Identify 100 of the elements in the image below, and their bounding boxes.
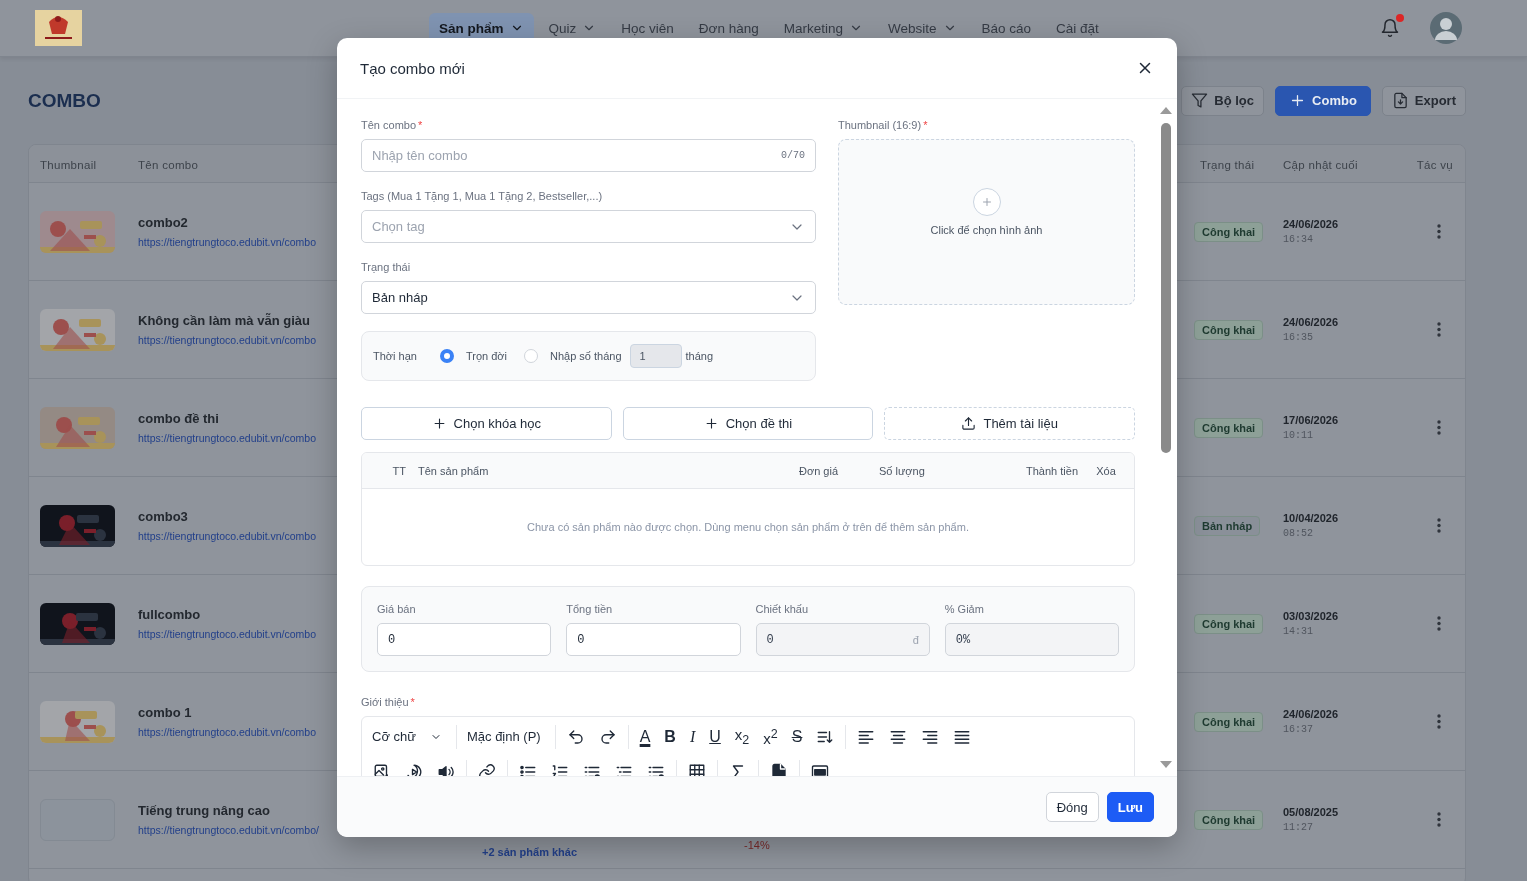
update-time: 08:52	[1283, 528, 1313, 539]
update-date: 03/03/2026	[1283, 610, 1339, 622]
field-label: Tags (Mua 1 Tặng 1, Mua 1 Tặng 2, Bestseller,...)	[361, 190, 603, 202]
strikethrough-button[interactable]: S	[784, 723, 810, 750]
radio-label: Trọn đời	[465, 350, 507, 362]
more-icon	[1437, 518, 1441, 533]
discount-text: -14%	[744, 839, 770, 851]
input-field: 0 đ	[755, 623, 930, 656]
combo-link[interactable]: https://tiengtrungtoco.edubit.vn/combo	[138, 530, 317, 542]
field-label: Trạng thái	[361, 261, 411, 273]
more-icon	[1437, 812, 1441, 827]
input-field[interactable]: 0	[566, 623, 741, 656]
update-date: 17/06/2026	[1283, 414, 1339, 426]
column-header: Xóa	[1096, 464, 1116, 477]
more-products-link[interactable]: +2 sản phẩm khác	[482, 846, 578, 858]
image-add-icon	[373, 762, 391, 776]
update-time: 16:35	[1283, 332, 1313, 343]
months-field[interactable]: 1	[629, 344, 682, 368]
nav-item[interactable]: Học viên	[611, 13, 684, 43]
field-label: Tổng tiền	[566, 603, 613, 615]
more-button[interactable]	[1437, 714, 1441, 729]
column-header: Thành tiền	[1026, 464, 1078, 477]
more-button[interactable]	[1437, 322, 1441, 337]
font-color-button[interactable]: A	[632, 723, 658, 750]
update-date: 24/06/2026	[1283, 218, 1339, 230]
add-button[interactable]: Chọn đề thi	[622, 407, 874, 440]
update-date: 24/06/2026	[1283, 316, 1339, 328]
column-header: Tên sản phẩm	[418, 464, 489, 477]
required-mark: *	[923, 119, 928, 131]
table-icon	[688, 762, 706, 776]
script-button[interactable]: x$^{2}$	[756, 723, 785, 750]
bell-icon[interactable]	[1380, 18, 1400, 38]
more-icon	[1437, 224, 1441, 239]
nav-item[interactable]: Đơn hàng	[688, 13, 769, 43]
embed-icon	[811, 762, 829, 776]
add-combo-button[interactable]: Combo	[1275, 85, 1371, 116]
input-field: 0%	[944, 623, 1119, 656]
combo-name: combo2	[138, 215, 188, 230]
field-label: Giá bán	[377, 603, 416, 615]
update-time: 16:34	[1283, 234, 1313, 245]
input-field[interactable]: 0	[377, 623, 552, 656]
status-badge: Bản nháp	[1194, 515, 1261, 536]
upload-icon	[961, 416, 977, 431]
combo-link[interactable]: https://tiengtrungtoco.edubit.vn/combo/	[138, 824, 319, 836]
combo-name: Tiếng trung nâng cao	[138, 803, 270, 818]
combo-link[interactable]: https://tiengtrungtoco.edubit.vn/combo	[138, 334, 317, 346]
update-time: 14:31	[1283, 626, 1313, 637]
dialog-title: Tạo combo mới	[360, 59, 465, 77]
nav-item[interactable]: Website	[878, 13, 967, 43]
upload-button[interactable]: Thêm tài liệu	[884, 407, 1135, 440]
radio-button[interactable]	[439, 349, 454, 363]
more-button[interactable]	[1437, 812, 1441, 827]
empty-message: Chưa có sản phẩm nào được chọn. Dùng menu chọn sản phẩm ở trên để thêm sản phẩm.	[527, 521, 969, 533]
more-icon	[1437, 420, 1441, 435]
logo[interactable]	[35, 10, 82, 46]
page-title: COMBO	[28, 89, 102, 112]
nav-item[interactable]: Marketing	[773, 13, 873, 43]
close-dialog-button[interactable]: Đóng	[1045, 792, 1099, 822]
plus-icon	[980, 196, 993, 208]
italic-button[interactable]: I	[682, 723, 703, 750]
script-button[interactable]: x$_{2}$	[727, 723, 757, 750]
upload-area[interactable]: Click để chọn hình ảnh	[838, 139, 1135, 305]
update-time: 16:37	[1283, 724, 1313, 735]
input-field[interactable]: Nhập tên combo 0/70	[361, 139, 816, 172]
bold-button[interactable]: B	[657, 723, 683, 750]
nav-item[interactable]: Cài đặt	[1046, 13, 1109, 43]
more-button[interactable]	[1437, 518, 1441, 533]
export-button[interactable]: Export	[1381, 85, 1466, 116]
status-badge: Công khai	[1194, 613, 1264, 634]
column-header: Tên combo	[138, 158, 199, 171]
avatar[interactable]	[1430, 12, 1462, 44]
status-badge: Công khai	[1194, 319, 1264, 340]
update-time: 10:11	[1283, 430, 1313, 441]
combo-link[interactable]: https://tiengtrungtoco.edubit.vn/combo	[138, 726, 317, 738]
select-field[interactable]: Bản nháp	[361, 281, 816, 314]
field-label: Thumbnail (16:9)	[838, 119, 922, 131]
field-label: % Giảm	[944, 603, 984, 615]
nav-item[interactable]: Báo cáo	[971, 13, 1042, 43]
more-icon	[1437, 714, 1441, 729]
status-badge: Công khai	[1194, 417, 1264, 438]
field-label: Chiết khấu	[755, 603, 809, 615]
underline-button[interactable]: U	[702, 723, 728, 750]
column-header: Thumbnail	[40, 158, 97, 171]
file-download-icon	[1391, 92, 1409, 109]
filter-button[interactable]: Bộ lọc	[1181, 85, 1265, 116]
combo-link[interactable]: https://tiengtrungtoco.edubit.vn/combo	[138, 628, 317, 640]
add-button[interactable]: Chọn khóa học	[361, 407, 612, 440]
save-button[interactable]: Lưu	[1106, 792, 1154, 822]
combo-link[interactable]: https://tiengtrungtoco.edubit.vn/combo	[138, 236, 317, 248]
column-header: TT	[392, 464, 406, 477]
style-dropdown[interactable]: Mặc định (P)	[460, 723, 551, 750]
nav-item[interactable]: Quiz	[538, 13, 607, 43]
char-counter: 0/70	[781, 150, 805, 161]
more-button[interactable]	[1437, 616, 1441, 631]
more-button[interactable]	[1437, 420, 1441, 435]
column-header: Số lượng	[879, 464, 925, 477]
style-dropdown[interactable]: Cỡ chữ	[366, 723, 452, 750]
more-icon	[1437, 616, 1441, 631]
combo-link[interactable]: https://tiengtrungtoco.edubit.vn/combo	[138, 432, 317, 444]
more-button[interactable]	[1437, 224, 1441, 239]
